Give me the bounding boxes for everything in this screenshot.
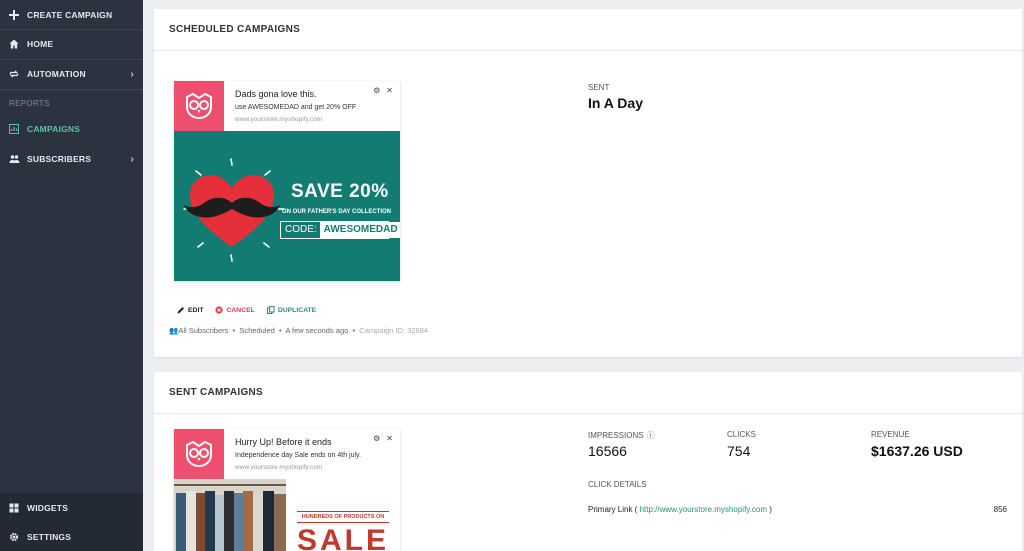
notification-message: Independence day Sale ends on 4th july. <box>235 452 361 459</box>
section-label-reports: REPORTS <box>9 99 50 108</box>
edit-label: EDIT <box>188 306 204 314</box>
campaign-actions: EDIT CANCEL DUPLICATE <box>177 306 316 314</box>
clicks-label: CLICKS <box>727 430 756 439</box>
people-icon: 👥 <box>169 326 179 335</box>
home-icon <box>8 38 20 50</box>
edit-button[interactable]: EDIT <box>177 306 203 314</box>
sidebar-item-label: CAMPAIGNS <box>27 124 81 134</box>
sidebar-item-campaigns[interactable]: CAMPAIGNS <box>0 114 143 144</box>
sidebar-item-label: SETTINGS <box>27 532 72 542</box>
sidebar-item-widgets[interactable]: WIDGETS <box>0 493 143 523</box>
primary-link-url[interactable]: http://www.yourstore.myshopify.com <box>640 505 767 514</box>
info-icon[interactable]: ⓘ <box>647 430 655 441</box>
sent-campaigns-card: SENT CAMPAIGNS Hurry Up! Before it ends … <box>154 372 1022 551</box>
notification-banner-image: SAVE 20% ON OUR FATHER'S DAY COLLECTION … <box>174 131 400 281</box>
sidebar-item-create-campaign[interactable]: CREATE CAMPAIGN <box>0 0 143 30</box>
notification-url: www.yourstore.myshopify.com <box>235 116 323 123</box>
divider <box>0 89 143 90</box>
banner-subtitle: ON OUR FATHER'S DAY COLLECTION <box>282 209 391 215</box>
clothes-rack-graphic <box>174 479 286 551</box>
time-text: A few seconds ago <box>285 326 349 335</box>
notification-preview: Hurry Up! Before it ends Independence da… <box>174 429 400 551</box>
sidebar-item-home[interactable]: HOME <box>0 29 143 59</box>
coupon-code-box: CODE: AWESOMEDAD <box>280 221 400 239</box>
sidebar-item-label: SUBSCRIBERS <box>27 154 92 164</box>
impressions-value: 16566 <box>588 443 627 459</box>
people-icon <box>8 153 20 165</box>
heart-mustache-graphic <box>183 158 285 262</box>
card-title: SENT CAMPAIGNS <box>154 372 1022 414</box>
campaign-meta: 👥All Subscribers • Scheduled • A few sec… <box>169 326 429 335</box>
scheduled-campaigns-card: SCHEDULED CAMPAIGNS Dads gona love this.… <box>154 9 1022 357</box>
chevron-right-icon: › <box>130 68 134 80</box>
owl-logo-icon <box>174 429 224 479</box>
repeat-icon <box>8 68 20 80</box>
primary-link-row: Primary Link ( http://www.yourstore.mysh… <box>588 505 772 514</box>
status-text: Scheduled <box>239 326 275 335</box>
campaign-id-text: Campaign ID: 32884 <box>359 326 429 335</box>
owl-logo-icon <box>174 81 224 131</box>
primary-link-label: Primary Link ( <box>588 505 638 514</box>
card-title: SCHEDULED CAMPAIGNS <box>154 9 1022 51</box>
sent-label: SENT <box>588 83 610 92</box>
sidebar-item-label: AUTOMATION <box>27 69 86 79</box>
grid-icon <box>8 502 20 514</box>
revenue-label: REVENUE <box>871 430 910 439</box>
duplicate-button[interactable]: DUPLICATE <box>266 306 317 314</box>
cancel-label: CANCEL <box>226 306 255 314</box>
notification-header: Hurry Up! Before it ends Independence da… <box>174 429 400 479</box>
coupon-code-label: CODE: <box>285 224 317 235</box>
plus-icon <box>8 9 20 21</box>
pencil-icon <box>177 307 184 314</box>
sent-value: In A Day <box>588 95 643 111</box>
chevron-right-icon: › <box>130 153 134 165</box>
sidebar-item-automation[interactable]: AUTOMATION › <box>0 59 143 89</box>
primary-link-close: ) <box>769 505 772 514</box>
sidebar-item-label: HOME <box>27 39 54 49</box>
impressions-label-text: IMPRESSIONS <box>588 431 644 440</box>
close-icon: ✕ <box>386 434 393 443</box>
sidebar-item-settings[interactable]: SETTINGS <box>0 523 143 551</box>
cancel-button[interactable]: CANCEL <box>215 306 255 314</box>
sidebar-item-label: WIDGETS <box>27 503 69 513</box>
notification-message: use AWESOMEDAD and get 20% OFF <box>235 104 357 111</box>
copy-icon <box>266 306 275 314</box>
banner-headline: SALE <box>297 524 390 551</box>
primary-link-count: 856 <box>993 505 1007 514</box>
chart-icon <box>8 123 20 135</box>
duplicate-label: DUPLICATE <box>277 306 317 314</box>
clicks-value: 754 <box>727 443 751 459</box>
revenue-value: $1637.26 USD <box>871 443 963 459</box>
sidebar-item-label: CREATE CAMPAIGN <box>27 10 113 20</box>
cancel-circle-icon <box>215 306 224 314</box>
notification-banner-image: HUNDREDS OF PRODUCTS ON SALE <box>174 479 400 551</box>
coupon-code-value: AWESOMEDAD <box>319 222 400 238</box>
impressions-label: IMPRESSIONS ⓘ <box>588 430 655 441</box>
notification-url: www.yourstore.myshopify.com <box>235 464 323 471</box>
close-icon: ✕ <box>386 86 393 95</box>
banner-tag: HUNDREDS OF PRODUCTS ON <box>297 511 389 523</box>
banner-headline: SAVE 20% <box>291 181 389 202</box>
click-details-label: CLICK DETAILS <box>588 480 647 489</box>
audience-text: All Subscribers <box>178 326 229 335</box>
main-content: SCHEDULED CAMPAIGNS Dads gona love this.… <box>143 0 1024 551</box>
sidebar: CREATE CAMPAIGN HOME AUTOMATION › REPORT… <box>0 0 143 551</box>
notification-preview: Dads gona love this. use AWESOMEDAD and … <box>174 81 400 281</box>
gear-icon: ⚙ <box>373 434 381 443</box>
notification-header: Dads gona love this. use AWESOMEDAD and … <box>174 81 400 131</box>
gear-icon <box>8 531 20 543</box>
sidebar-item-subscribers[interactable]: SUBSCRIBERS › <box>0 144 143 174</box>
gear-icon: ⚙ <box>373 86 381 95</box>
